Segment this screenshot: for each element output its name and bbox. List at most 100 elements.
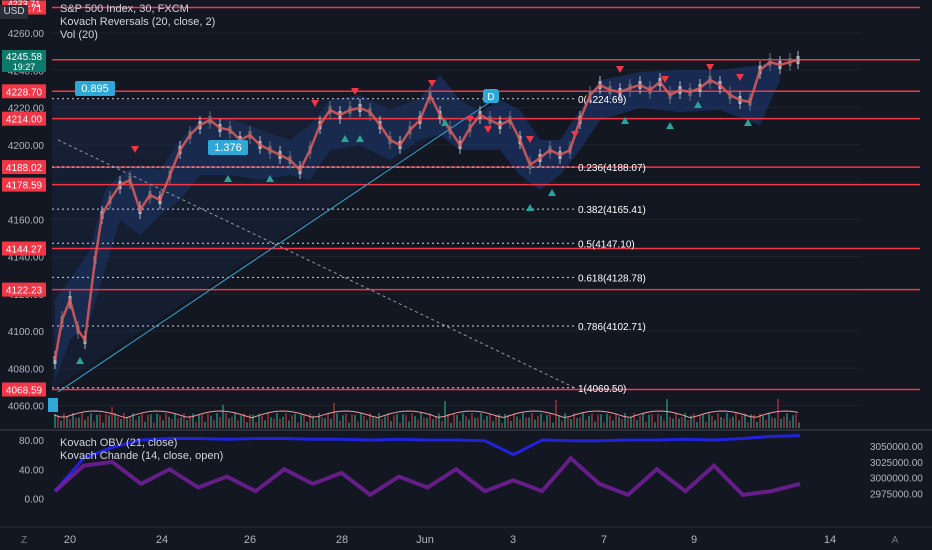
volume-bar	[444, 401, 446, 428]
fib-level-label: 0.786(4102.71)	[578, 322, 646, 333]
symbol-title[interactable]: S&P 500 Index, 30, FXCM	[60, 3, 215, 16]
volume-bar	[309, 413, 311, 428]
sub-legend: Kovach OBV (21, close) Kovach Chande (14…	[60, 437, 223, 463]
level-price-tag: 4188.02	[6, 163, 43, 174]
volume-bar	[627, 418, 629, 428]
volume-bar	[354, 414, 356, 428]
volume-bar	[447, 414, 449, 428]
volume-bar	[636, 420, 638, 428]
volume-bar	[462, 413, 464, 428]
indicator-reversals[interactable]: Kovach Reversals (20, close, 2)	[60, 16, 215, 29]
volume-bar	[168, 416, 170, 428]
price-axis-tick: 4100.00	[8, 327, 45, 338]
volume-bar	[456, 415, 458, 428]
volume-bar	[99, 414, 101, 428]
volume-bar	[789, 420, 791, 428]
volume-bar	[93, 421, 95, 428]
volume-bar	[519, 419, 521, 428]
volume-bar	[126, 418, 128, 428]
volume-bar	[399, 422, 401, 428]
volume-bar	[90, 413, 92, 428]
volume-bar	[279, 418, 281, 428]
volume-bar	[606, 413, 608, 428]
volume-bar	[327, 413, 329, 428]
price-chart[interactable]: 0(4224.69)0.236(4188.07)0.382(4165.41)0.…	[0, 0, 932, 550]
volume-bar	[675, 413, 677, 428]
volume-bar	[402, 414, 404, 428]
volume-bar	[102, 422, 104, 428]
volume-bar	[225, 413, 227, 428]
volume-bar	[660, 415, 662, 428]
price-axis-tick: 4160.00	[8, 215, 45, 226]
time-axis-tick: 14	[824, 534, 836, 546]
volume-bar	[159, 415, 161, 428]
volume-bar	[705, 422, 707, 428]
volume-bar	[414, 416, 416, 428]
volume-bar	[792, 415, 794, 428]
volume-bar	[291, 415, 293, 428]
volume-bar	[174, 413, 176, 428]
volume-bar	[423, 417, 425, 428]
volume-bar	[708, 413, 710, 428]
sub-axis-tick: 0.00	[25, 495, 45, 506]
volume-bar	[528, 417, 530, 428]
volume-bar	[237, 420, 239, 428]
volume-bar	[438, 413, 440, 428]
volume-bar	[219, 416, 221, 428]
volume-bar	[210, 415, 212, 428]
volume-bar	[678, 418, 680, 428]
sub-indicator-chande[interactable]: Kovach Chande (14, close, open)	[60, 450, 223, 463]
volume-bar	[483, 419, 485, 428]
sub-right-axis-tick: 2975000.00	[870, 490, 923, 501]
currency-label[interactable]: USD	[0, 5, 28, 19]
volume-bar	[453, 414, 455, 428]
volume-bar	[66, 416, 68, 428]
volume-bar	[393, 415, 395, 428]
volume-bar	[525, 417, 527, 428]
time-axis-tick: 24	[156, 534, 168, 546]
volume-bar	[615, 413, 617, 428]
volume-bar	[654, 422, 656, 428]
volume-bar	[441, 421, 443, 428]
a-icon: A	[892, 535, 899, 546]
volume-bar	[201, 414, 203, 428]
sub-axis-tick: 40.00	[19, 465, 44, 476]
fib-level-label: 0.236(4188.07)	[578, 163, 646, 174]
volume-bar	[120, 418, 122, 428]
volume-bar	[297, 422, 299, 428]
indicator-volume[interactable]: Vol (20)	[60, 29, 215, 42]
volume-bar	[357, 421, 359, 428]
volume-bar	[600, 414, 602, 428]
volume-bar	[135, 419, 137, 428]
volume-bar	[657, 413, 659, 428]
volume-bar	[318, 413, 320, 428]
volume-bar	[387, 413, 389, 428]
sub-right-axis-tick: 3000000.00	[870, 474, 923, 485]
volume-bar	[474, 417, 476, 428]
volume-bar	[366, 419, 368, 428]
level-price-tag: 4144.27	[6, 245, 43, 256]
volume-bar	[741, 415, 743, 428]
volume-bar	[213, 420, 215, 428]
volume-bar	[747, 422, 749, 428]
volume-bar	[495, 414, 497, 428]
volume-bar	[420, 413, 422, 428]
volume-bar	[672, 418, 674, 428]
volume-bar	[171, 418, 173, 428]
volume-bar	[732, 416, 734, 428]
volume-bar	[63, 413, 65, 428]
volume-bar	[450, 422, 452, 428]
time-axis-tick: 9	[691, 534, 697, 546]
fib-level-label: 1(4069.50)	[578, 384, 626, 395]
sub-indicator-obv[interactable]: Kovach OBV (21, close)	[60, 437, 223, 450]
volume-bar	[288, 420, 290, 428]
sub-right-axis-tick: 3050000.00	[870, 442, 923, 453]
volume-bar	[156, 413, 158, 428]
chart-legend: S&P 500 Index, 30, FXCM Kovach Reversals…	[60, 3, 215, 42]
volume-bar	[621, 418, 623, 428]
volume-bar	[108, 415, 110, 428]
volume-bar	[114, 413, 116, 428]
volume-bar	[273, 418, 275, 428]
volume-bar	[798, 422, 800, 428]
volume-bar	[285, 413, 287, 428]
